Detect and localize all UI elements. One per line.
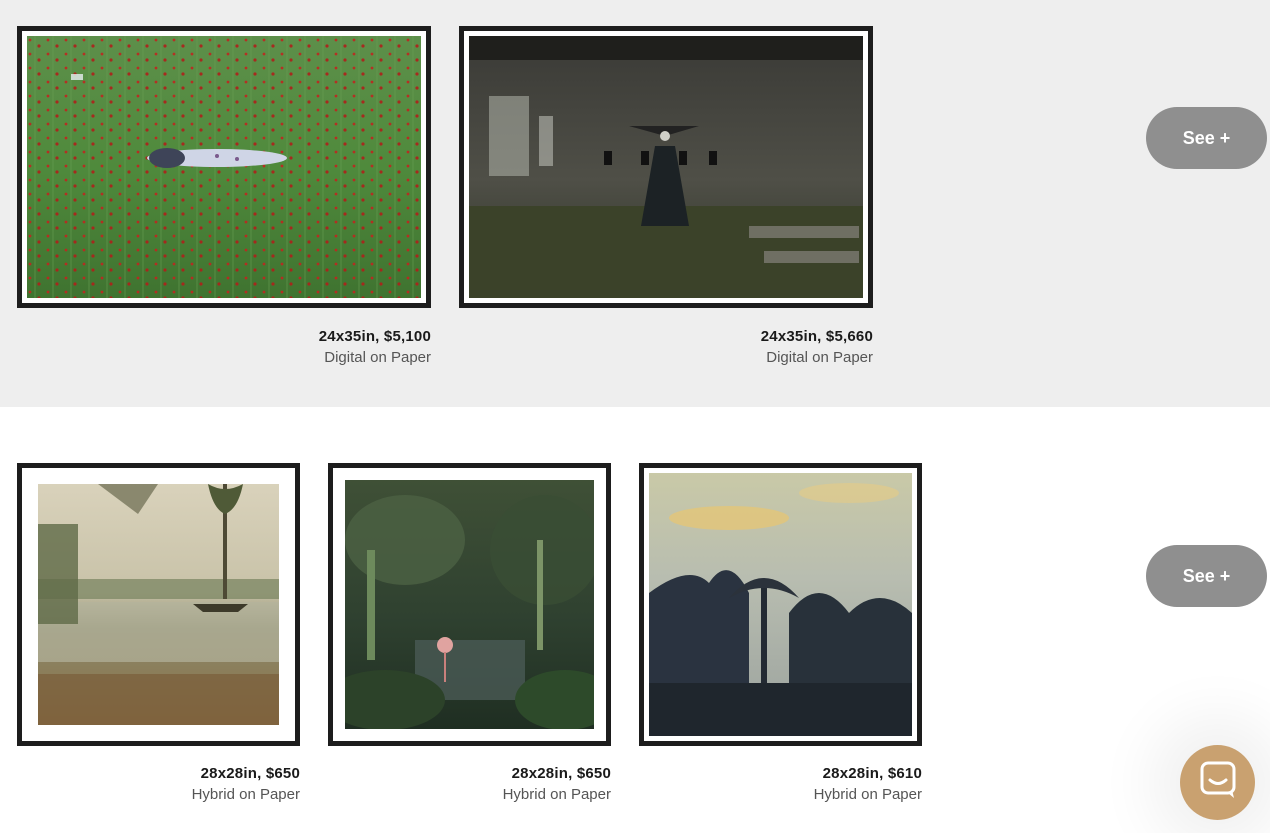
chat-launcher-button[interactable] <box>1180 745 1255 820</box>
artwork-card-jungle-flamingo[interactable] <box>328 463 611 746</box>
size-price: 28x28in, $650 <box>511 765 611 782</box>
size-price: 28x28in, $610 <box>822 765 922 782</box>
artwork-image[interactable] <box>649 473 912 736</box>
artwork-caption: 24x35in, $5,660 Digital on Paper <box>459 327 873 369</box>
artwork-image[interactable] <box>469 36 863 298</box>
artwork-image[interactable] <box>38 484 279 725</box>
size-price: 24x35in, $5,100 <box>318 328 431 345</box>
artwork-image[interactable] <box>27 36 421 298</box>
medium: Digital on Paper <box>766 349 873 366</box>
artwork-caption: 28x28in, $650 Hybrid on Paper <box>17 764 300 806</box>
artwork-image[interactable] <box>345 480 594 729</box>
artwork-card-flooded-hall[interactable] <box>459 26 873 308</box>
medium: Hybrid on Paper <box>813 786 922 803</box>
medium: Digital on Paper <box>324 349 431 366</box>
artwork-card-palm-lake[interactable] <box>17 463 300 746</box>
artwork-caption: 24x35in, $5,100 Digital on Paper <box>17 327 431 369</box>
size-price: 24x35in, $5,660 <box>760 328 873 345</box>
artwork-card-dark-palms[interactable] <box>639 463 922 746</box>
artwork-card-poppy-field[interactable] <box>17 26 431 308</box>
artwork-row-1: 24x35in, $5,100 Digital on Paper 24x35in… <box>0 0 1270 407</box>
size-price: 28x28in, $650 <box>200 765 300 782</box>
chat-bubble-icon <box>1198 760 1238 805</box>
see-more-button[interactable]: See + <box>1146 545 1267 607</box>
see-more-button[interactable]: See + <box>1146 107 1267 169</box>
artwork-caption: 28x28in, $610 Hybrid on Paper <box>639 764 922 806</box>
medium: Hybrid on Paper <box>191 786 300 803</box>
artwork-row-2: 28x28in, $650 Hybrid on Paper 28x28in, $… <box>0 407 1270 833</box>
artwork-caption: 28x28in, $650 Hybrid on Paper <box>328 764 611 806</box>
medium: Hybrid on Paper <box>502 786 611 803</box>
